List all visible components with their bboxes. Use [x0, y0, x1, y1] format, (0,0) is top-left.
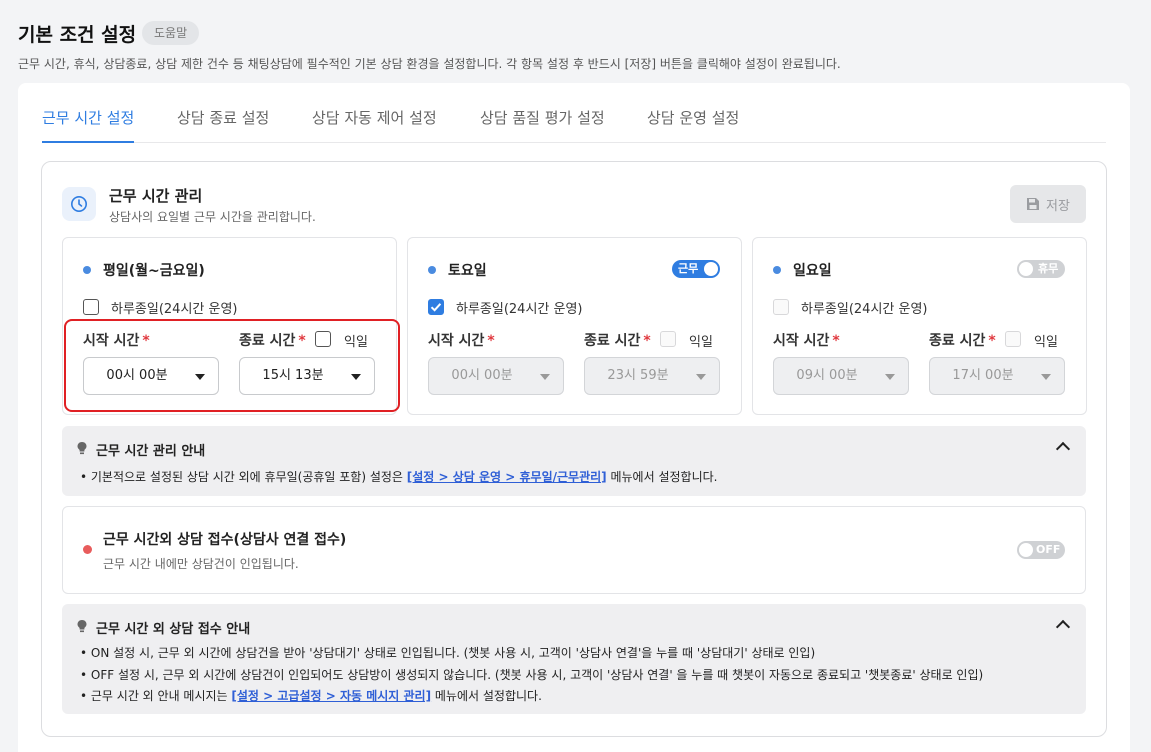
weekday-dot — [83, 266, 91, 274]
work-hours-info-box: 근무 시간 관리 안내 • 기본적으로 설정된 상담 시간 외에 휴무일(공휴일… — [62, 426, 1086, 496]
saturday-toggle[interactable]: 근무 — [672, 260, 720, 278]
help-button[interactable]: 도움말 — [142, 21, 200, 45]
tab-quality-eval[interactable]: 상담 품질 평가 설정 — [480, 107, 605, 143]
sunday-all-day-checkbox[interactable] — [773, 299, 789, 315]
weekday-end-select[interactable]: 15시 13분 — [239, 357, 375, 395]
saturday-card: 토요일 근무 하루종일(24시간 운영) 시작 시간 * 종료 시간 * 익일 00… — [407, 237, 742, 415]
lightbulb-icon — [77, 620, 87, 633]
after-hours-toggle[interactable]: OFF — [1017, 541, 1065, 559]
after-hours-info-title: 근무 시간 외 상담 접수 안내 — [96, 622, 251, 637]
sunday-end-select[interactable]: 17시 00분 — [929, 357, 1065, 395]
save-label: 저장 — [1046, 198, 1070, 214]
weekday-next-day-label: 익일 — [344, 335, 368, 350]
tab-bar: 근무 시간 설정 상담 종료 설정 상담 자동 제어 설정 상담 품질 평가 설… — [42, 107, 1106, 143]
page-title: 기본 조건 설정 — [18, 24, 137, 46]
saturday-all-day-label: 하루종일(24시간 운영) — [456, 302, 583, 317]
chevron-down-icon — [195, 374, 205, 380]
after-hours-description: 근무 시간 내에만 상담건이 인입됩니다. — [103, 557, 299, 571]
chevron-down-icon — [696, 374, 706, 380]
chevron-down-icon — [1041, 374, 1051, 380]
sunday-next-day-checkbox[interactable] — [1005, 331, 1021, 347]
lightbulb-icon — [77, 442, 87, 455]
saturday-next-day-checkbox[interactable] — [660, 331, 676, 347]
saturday-start-select[interactable]: 00시 00분 — [428, 357, 564, 395]
sunday-card: 일요일 휴무 하루종일(24시간 운영) 시작 시간 * 종료 시간 * 익일 09… — [752, 237, 1087, 415]
weekday-start-select[interactable]: 00시 00분 — [83, 357, 219, 395]
sunday-start-label: 시작 시간 * — [773, 333, 840, 349]
check-icon — [430, 303, 442, 312]
after-hours-info-bullet-1: • ON 설정 시, 근무 외 시간에 상담건을 받아 '상담대기' 상태로 인… — [80, 646, 816, 660]
weekday-title: 평일(월~금요일) — [103, 263, 205, 279]
sunday-dot — [773, 266, 781, 274]
sunday-title: 일요일 — [793, 263, 832, 279]
chevron-down-icon — [351, 374, 361, 380]
after-hours-title: 근무 시간외 상담 접수(상담사 연결 접수) — [103, 532, 347, 548]
chevron-down-icon — [540, 374, 550, 380]
collapse-chevron-icon[interactable] — [1055, 441, 1071, 457]
sunday-all-day-label: 하루종일(24시간 운영) — [801, 302, 928, 317]
page-description: 근무 시간, 휴식, 상담종료, 상담 제한 건수 등 채팅상담에 필수적인 기… — [18, 57, 841, 71]
chevron-down-icon — [885, 374, 895, 380]
work-hours-panel: 근무 시간 관리 상담사의 요일별 근무 시간을 관리합니다. 저장 평일(월~… — [41, 161, 1107, 737]
sunday-start-select[interactable]: 09시 00분 — [773, 357, 909, 395]
saturday-title: 토요일 — [448, 263, 487, 279]
saturday-start-label: 시작 시간 * — [428, 333, 495, 349]
after-hours-info-bullet-3: • 근무 시간 외 안내 메시지는 [설정 > 고급설정 > 자동 메시지 관리… — [80, 689, 542, 703]
section-title: 근무 시간 관리 — [109, 187, 203, 205]
tab-work-hours[interactable]: 근무 시간 설정 — [42, 107, 135, 143]
weekday-card: 평일(월~금요일) 하루종일(24시간 운영) 시작 시간 * 종료 시간 * 익일… — [62, 237, 397, 415]
sunday-next-day-label: 익일 — [1034, 335, 1058, 350]
weekday-all-day-label: 하루종일(24시간 운영) — [111, 302, 238, 317]
auto-message-link[interactable]: [설정 > 고급설정 > 자동 메시지 관리] — [231, 689, 431, 703]
clock-icon — [62, 187, 96, 221]
section-description: 상담사의 요일별 근무 시간을 관리합니다. — [109, 210, 316, 224]
weekday-all-day-checkbox[interactable] — [83, 299, 99, 315]
weekday-end-label: 종료 시간 * — [239, 333, 306, 349]
settings-card: 근무 시간 설정 상담 종료 설정 상담 자동 제어 설정 상담 품질 평가 설… — [18, 83, 1130, 752]
collapse-chevron-icon[interactable] — [1055, 619, 1071, 635]
tab-operation[interactable]: 상담 운영 설정 — [647, 107, 739, 143]
work-hours-info-title: 근무 시간 관리 안내 — [96, 444, 206, 459]
after-hours-info-bullet-2: • OFF 설정 시, 근무 외 시간에 상담건이 인입되어도 상담방이 생성되… — [80, 668, 984, 682]
saturday-dot — [428, 266, 436, 274]
saturday-next-day-label: 익일 — [689, 335, 713, 350]
weekday-start-label: 시작 시간 * — [83, 333, 150, 349]
floppy-icon — [1027, 198, 1040, 210]
sunday-end-label: 종료 시간 * — [929, 333, 996, 349]
tab-consult-end[interactable]: 상담 종료 설정 — [177, 107, 269, 143]
weekday-next-day-checkbox[interactable] — [315, 331, 331, 347]
after-hours-box: 근무 시간외 상담 접수(상담사 연결 접수) 근무 시간 내에만 상담건이 인… — [62, 506, 1086, 594]
tab-auto-control[interactable]: 상담 자동 제어 설정 — [312, 107, 437, 143]
after-hours-info-box: 근무 시간 외 상담 접수 안내 • ON 설정 시, 근무 외 시간에 상담건… — [62, 604, 1086, 714]
save-button[interactable]: 저장 — [1010, 185, 1086, 223]
status-dot — [83, 545, 92, 554]
saturday-end-select[interactable]: 23시 59분 — [584, 357, 720, 395]
saturday-all-day-checkbox[interactable] — [428, 299, 444, 315]
saturday-end-label: 종료 시간 * — [584, 333, 651, 349]
work-hours-info-bullet: • 기본적으로 설정된 상담 시간 외에 휴무일(공휴일 포함) 설정은 [설정… — [80, 470, 718, 484]
holiday-settings-link[interactable]: [설정 > 상담 운영 > 휴무일/근무관리] — [407, 470, 607, 484]
sunday-toggle[interactable]: 휴무 — [1017, 260, 1065, 278]
